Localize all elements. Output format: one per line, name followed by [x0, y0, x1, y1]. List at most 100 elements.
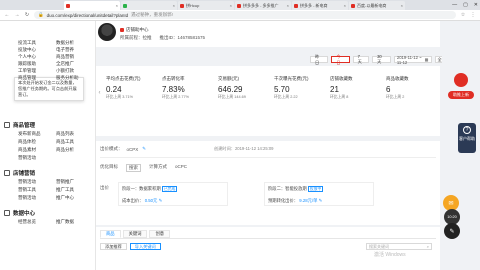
forward-icon[interactable]: →: [14, 12, 20, 18]
sidebar-link[interactable]: 电子营养: [56, 47, 84, 53]
tab-favicon: [237, 3, 241, 8]
question-icon: ?: [463, 126, 471, 134]
sidebar-section-header[interactable]: 数据中心: [4, 209, 35, 217]
sidebar-link[interactable]: 商品体检: [18, 139, 46, 145]
browser-tab[interactable]: 拼多多多 - 多多推广 ×: [235, 1, 291, 10]
menu-icon[interactable]: ⋮: [470, 12, 476, 18]
date-range-button[interactable]: 30天: [372, 54, 391, 64]
tab-close-icon[interactable]: ×: [116, 3, 118, 8]
calendar-icon: ▦: [424, 57, 429, 62]
edit-icon[interactable]: ✎: [159, 198, 163, 203]
tabs-card: 商品 关键词 创意 添加推荐 导入关键词 搜索关键词 ⌕ 激活 Windows: [96, 227, 440, 270]
sidebar-link[interactable]: 投流工具: [18, 40, 46, 46]
sidebar-link[interactable]: 服务分析助: [56, 75, 84, 81]
sidebar-link[interactable]: 工单管理: [18, 68, 46, 74]
sidebar-link[interactable]: 推广中心: [56, 195, 84, 201]
sidebar-link[interactable]: 商品列表: [56, 131, 84, 137]
content-tab[interactable]: 创意: [149, 230, 171, 238]
sidebar-link[interactable]: 商品管理: [18, 75, 46, 81]
browser-tab[interactable]: 拼Hcup ×: [178, 1, 234, 10]
unit-meta: 所属前程：拉推 推出ID：14678581575: [120, 35, 205, 41]
date-range-button[interactable]: 7天: [352, 54, 370, 64]
sidebar-row: 营销活动: [18, 155, 84, 161]
sidebar-link[interactable]: 营销活动: [18, 195, 46, 201]
sidebar-row: 商品体检 商品工具: [18, 139, 84, 145]
date-range-picker[interactable]: 2019-11-12 ~ 11-12 ▦: [393, 54, 432, 65]
sidebar-link[interactable]: 全店推广: [56, 61, 84, 67]
sidebar-link[interactable]: 推广工具: [56, 187, 84, 193]
sidebar-section-header[interactable]: 店铺营销: [4, 169, 35, 177]
sidebar-link[interactable]: 营销工具: [18, 187, 46, 193]
bid-type-value: oCPC: [175, 164, 188, 169]
sidebar-section-header[interactable]: 商品管理: [4, 121, 35, 129]
stage-one-sub: 成本出价：: [122, 198, 144, 203]
url-field[interactable]: 🔒 duo.com/exp/directional/unitdetail?pla…: [34, 11, 456, 19]
stat-compare: 环比上周 2.77%: [162, 95, 190, 99]
sidebar-link[interactable]: 营销活动: [18, 179, 46, 185]
browser-tab[interactable]: 拼多多 - 新电商 ×: [292, 1, 348, 10]
minimize-icon[interactable]: —: [452, 2, 457, 8]
sidebar-link[interactable]: [56, 155, 84, 161]
sidebar-link[interactable]: 经营总览: [18, 219, 46, 225]
promo-float[interactable]: 助推上新: [446, 73, 476, 109]
sidebar-link[interactable]: 跟踪版助: [18, 61, 46, 67]
tab-close-icon[interactable]: ×: [230, 3, 232, 8]
shop-tag: 店铺助中心: [120, 27, 149, 33]
stats-prev-arrow[interactable]: ‹: [96, 87, 103, 99]
promo-label: 助推上新: [448, 91, 474, 99]
close-icon[interactable]: ✕: [474, 2, 478, 8]
reload-icon[interactable]: ↻: [24, 12, 30, 18]
sidebar-link[interactable]: 商品营销: [56, 54, 84, 60]
sidebar-link[interactable]: 数据分析: [56, 40, 84, 46]
sidebar-link[interactable]: 投放中心: [18, 47, 46, 53]
sidebar-link[interactable]: 个人中心: [18, 54, 46, 60]
clock-label: 10:20: [447, 215, 457, 219]
tab-close-icon[interactable]: ×: [344, 3, 346, 8]
sidebar-link[interactable]: 商品分析: [56, 147, 84, 153]
stat-compare: 环比上周 2.22: [274, 95, 298, 99]
stat-value: 646.29: [218, 85, 243, 94]
import-keywords-button[interactable]: 导入关键词: [129, 243, 161, 250]
keyword-search-input[interactable]: 搜索关键词 ⌕: [366, 243, 432, 250]
stat-compare: 环比上周 8: [330, 95, 349, 99]
edit-icon[interactable]: ✎: [319, 198, 323, 203]
date-range-button[interactable]: 昨日: [310, 54, 329, 65]
box-icon: [4, 122, 10, 128]
sidebar-link[interactable]: 商品工具: [56, 139, 84, 145]
sidebar-link[interactable]: 发布新商品: [18, 131, 46, 137]
back-icon[interactable]: ←: [4, 12, 10, 18]
tab-title: 拼多多 - 新电商: [300, 2, 328, 8]
stat-label: 点击转化率: [162, 76, 185, 81]
stat-item: 商品收藏数 6 环比上周 2: [386, 76, 442, 100]
edit-float-icon[interactable]: ✎: [444, 223, 460, 239]
stage-two-box: 阶段二：智能投放期 投放中 预期转化出价： 9.28元/单 ✎: [264, 182, 374, 206]
star-icon[interactable]: ☆: [460, 12, 466, 18]
search-icon: ⌕: [426, 244, 429, 249]
date-range-text: 2019-11-12 ~ 11-12: [396, 54, 422, 65]
sidebar-link[interactable]: 推广数据: [56, 219, 84, 225]
tab-close-icon[interactable]: ×: [173, 3, 175, 8]
window-controls: — ▢ ✕: [452, 0, 478, 10]
stat-item: 千次曝光花费(元) 5.70 环比上周 2.22: [274, 76, 330, 100]
sidebar-link[interactable]: 小额打款: [56, 68, 84, 74]
maximize-icon[interactable]: ▢: [463, 2, 468, 8]
date-range-button[interactable]: 今日: [331, 54, 350, 65]
stat-item: 店铺收藏数 21 环比上周 8: [330, 76, 386, 100]
sidebar-link[interactable]: 营销推广: [56, 179, 84, 185]
content-tab[interactable]: 商品: [100, 230, 121, 238]
sidebar-link[interactable]: 商品素材: [18, 147, 46, 153]
plan-divider: [100, 157, 436, 158]
tab-close-icon[interactable]: ×: [287, 3, 289, 8]
sidebar-link[interactable]: 营销活动: [18, 155, 46, 161]
browser-tab[interactable]: ×: [64, 1, 120, 10]
browser-tab[interactable]: ×: [121, 1, 177, 10]
add-recommend-button[interactable]: 添加推荐: [100, 243, 127, 250]
help-float[interactable]: ? 客户帮助: [458, 123, 476, 153]
browser-tab-bar: × × 拼Hcup × 拼多多多 - 多多推广 × 拼多多 - 新电商 × 百度-以最新电商 ×: [0, 0, 480, 10]
content-tab[interactable]: 关键词: [122, 230, 148, 238]
sidebar-row: 个人中心 商品营销: [18, 54, 84, 60]
browser-tab[interactable]: 百度-以最新电商 ×: [349, 1, 405, 10]
tab-close-icon[interactable]: ×: [401, 3, 403, 8]
edit-icon[interactable]: ✎: [142, 146, 146, 152]
plan-card: 出价模式： oCPX ✎ 创建时间：2019-11-12 14:25:09 优化…: [96, 141, 440, 225]
